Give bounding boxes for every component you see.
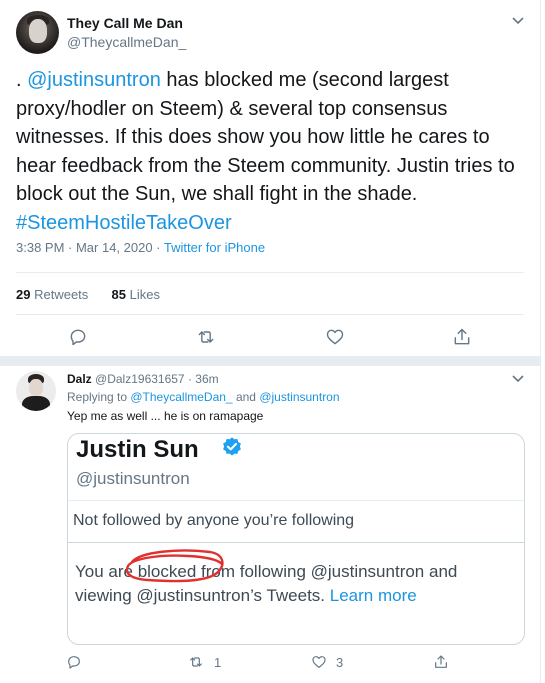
replying-to-link-1[interactable]: @TheycallmeDan_ [130,390,232,404]
share-icon[interactable] [433,654,449,670]
reply-icon[interactable] [66,654,82,670]
author-handle[interactable]: @TheycallmeDan_ [67,34,186,50]
reply-handle-time[interactable]: @Dalz19631657 · 36m [95,372,219,386]
source-link[interactable]: Twitter for iPhone [164,240,265,255]
red-scribble-annotation [125,549,224,583]
author-name[interactable]: They Call Me Dan [67,15,183,31]
divider [16,314,524,315]
retweets-stat[interactable]: 29 Retweets [16,287,88,302]
reply-text: Yep me as well ... he is on ramapage [67,409,264,423]
avatar[interactable] [16,11,59,54]
tweet-actions [0,327,540,349]
reply-avatar[interactable] [16,371,56,411]
timestamp[interactable]: 3:38 PM · Mar 14, 2020 · [16,240,164,255]
tweet-thread: They Call Me Dan @TheycallmeDan_ . @just… [0,0,541,683]
replying-to: Replying to @TheycallmeDan_ and @justins… [67,390,340,404]
attached-image[interactable]: Justin Sun @justinsuntron Not followed b… [67,433,525,645]
reply-actions: 1 3 [0,654,540,676]
divider [16,272,524,273]
likes-stat[interactable]: 85 Likes [112,287,160,302]
chevron-down-icon[interactable] [512,372,524,386]
divider [68,542,524,543]
tweet-text-prefix: . [16,69,28,91]
mention-link[interactable]: @justinsuntron [27,69,161,91]
retweet-icon[interactable] [188,654,204,670]
like-icon[interactable] [325,327,345,347]
reply-icon[interactable] [68,327,88,347]
thread-divider [0,356,540,366]
tweet-text: . @justinsuntron has blocked me (second … [16,66,516,237]
like-count: 3 [336,655,344,670]
reply-header: Dalz @Dalz19631657 · 36m [67,372,219,386]
retweet-icon[interactable] [196,327,216,347]
profile-name: Justin Sun [76,436,199,463]
chevron-down-icon[interactable] [512,14,524,28]
hashtag-link[interactable]: #SteemHostileTakeOver [16,212,232,234]
like-icon[interactable] [311,654,327,670]
engagement-stats: 29 Retweets 85 Likes [16,287,160,302]
verified-badge-icon [221,436,243,458]
retweet-count: 1 [214,655,222,670]
tweet-meta: 3:38 PM · Mar 14, 2020 · Twitter for iPh… [16,240,265,255]
reply-author-name[interactable]: Dalz [67,372,92,386]
replying-to-link-2[interactable]: @justinsuntron [259,390,339,404]
divider [68,500,524,501]
profile-handle: @justinsuntron [76,469,190,488]
follow-status: Not followed by anyone you’re following [73,512,355,529]
learn-more-link: Learn more [329,586,417,605]
share-icon[interactable] [452,327,472,347]
